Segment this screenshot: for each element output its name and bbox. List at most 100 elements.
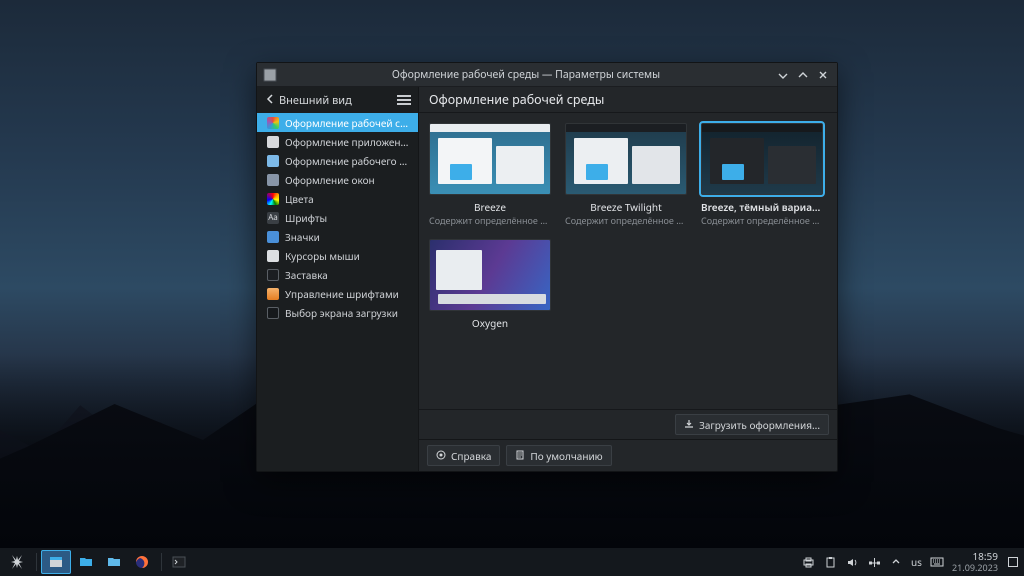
font-management-icon bbox=[267, 288, 279, 300]
task-dolphin[interactable] bbox=[73, 550, 99, 574]
theme-desc: Содержит определённое распо... bbox=[429, 214, 551, 227]
system-tray: us 18:59 21.09.2023 bbox=[801, 551, 1020, 573]
window-close-button[interactable] bbox=[815, 67, 831, 83]
window-decorations-icon bbox=[267, 174, 279, 186]
window-app-icon bbox=[263, 68, 277, 82]
task-konsole[interactable] bbox=[166, 550, 192, 574]
tray-printer-icon[interactable] bbox=[801, 555, 815, 569]
tray-expand-icon[interactable] bbox=[889, 555, 903, 569]
terminal-icon bbox=[171, 554, 187, 570]
theme-card-breeze-twilight[interactable]: Breeze Twilight Содержит определённое ра… bbox=[565, 123, 687, 227]
sidebar-item-label: Значки bbox=[285, 230, 320, 244]
sidebar-list: Оформление рабочей среды Оформление прил… bbox=[257, 113, 418, 322]
page-title: Оформление рабочей среды bbox=[419, 87, 837, 113]
theme-thumbnail bbox=[701, 123, 823, 195]
plasma-style-icon bbox=[267, 155, 279, 167]
main-panel: Оформление рабочей среды Breeze Содержит… bbox=[419, 87, 837, 471]
download-themes-label: Загрузить оформления... bbox=[699, 418, 820, 432]
theme-card-oxygen[interactable]: Oxygen bbox=[429, 239, 551, 330]
clock-date: 21.09.2023 bbox=[952, 562, 998, 573]
settings-task-icon bbox=[48, 554, 64, 570]
help-label: Справка bbox=[451, 449, 491, 463]
theme-thumbnail bbox=[429, 123, 551, 195]
task-firefox[interactable] bbox=[129, 550, 155, 574]
theme-thumbnail bbox=[429, 239, 551, 311]
show-desktop-button[interactable] bbox=[1006, 555, 1020, 569]
sidebar-item-label: Оформление приложений bbox=[285, 135, 410, 149]
back-button[interactable] bbox=[263, 93, 277, 108]
help-button[interactable]: Справка bbox=[427, 445, 500, 466]
theme-name: Breeze bbox=[474, 200, 506, 214]
theme-thumbnail bbox=[565, 123, 687, 195]
titlebar[interactable]: Оформление рабочей среды — Параметры сис… bbox=[257, 63, 837, 87]
task-settings[interactable] bbox=[41, 550, 71, 574]
sidebar-item-fonts[interactable]: Aa Шрифты bbox=[257, 208, 418, 227]
sidebar-item-icons[interactable]: Значки bbox=[257, 227, 418, 246]
sidebar-item-label: Цвета bbox=[285, 192, 314, 206]
fonts-icon: Aa bbox=[267, 212, 279, 224]
window-maximize-button[interactable] bbox=[795, 67, 811, 83]
sidebar-item-global-theme[interactable]: Оформление рабочей среды bbox=[257, 113, 418, 132]
application-style-icon bbox=[267, 136, 279, 148]
plasma-logo-icon bbox=[9, 554, 25, 570]
sidebar-item-label: Оформление окон bbox=[285, 173, 375, 187]
sidebar-item-label: Выбор экрана загрузки bbox=[285, 306, 398, 320]
keyboard-layout-indicator[interactable]: us bbox=[911, 555, 922, 569]
theme-name: Breeze Twilight bbox=[590, 200, 661, 214]
document-icon bbox=[515, 449, 525, 463]
clock[interactable]: 18:59 21.09.2023 bbox=[952, 551, 998, 573]
sidebar-item-plasma-style[interactable]: Оформление рабочего с... bbox=[257, 151, 418, 170]
sidebar-header: Внешний вид bbox=[257, 87, 418, 113]
taskbar-separator bbox=[161, 553, 162, 571]
window-title: Оформление рабочей среды — Параметры сис… bbox=[281, 68, 771, 82]
sidebar-item-label: Шрифты bbox=[285, 211, 327, 225]
sidebar-item-colors[interactable]: Цвета bbox=[257, 189, 418, 208]
tray-clipboard-icon[interactable] bbox=[823, 555, 837, 569]
taskbar-separator bbox=[36, 553, 37, 571]
theme-name: Oxygen bbox=[472, 316, 508, 330]
icons-icon bbox=[267, 231, 279, 243]
cursor-icon bbox=[267, 250, 279, 262]
theme-name: Breeze, тёмный вариант bbox=[701, 200, 823, 214]
global-theme-icon bbox=[267, 117, 279, 129]
sidebar-item-application-style[interactable]: Оформление приложений bbox=[257, 132, 418, 151]
sidebar: Внешний вид Оформление рабочей среды Офо… bbox=[257, 87, 419, 471]
task-files[interactable] bbox=[101, 550, 127, 574]
download-themes-button[interactable]: Загрузить оформления... bbox=[675, 414, 829, 435]
boot-splash-icon bbox=[267, 307, 279, 319]
theme-desc: Содержит определённое распо... bbox=[565, 214, 687, 227]
window-minimize-button[interactable] bbox=[775, 67, 791, 83]
sidebar-item-window-decorations[interactable]: Оформление окон bbox=[257, 170, 418, 189]
window-footer: Справка По умолчанию bbox=[419, 439, 837, 471]
folder-icon bbox=[106, 554, 122, 570]
sidebar-item-splash[interactable]: Заставка bbox=[257, 265, 418, 284]
sidebar-category-label[interactable]: Внешний вид bbox=[279, 93, 396, 108]
theme-desc: Содержит определённое рас... bbox=[701, 214, 823, 227]
sidebar-item-font-management[interactable]: Управление шрифтами bbox=[257, 284, 418, 303]
tray-volume-icon[interactable] bbox=[845, 555, 859, 569]
download-icon bbox=[684, 418, 694, 432]
tray-network-icon[interactable] bbox=[867, 555, 881, 569]
theme-list: Breeze Содержит определённое распо... Br… bbox=[419, 113, 837, 409]
splash-icon bbox=[267, 269, 279, 281]
folder-icon bbox=[78, 554, 94, 570]
defaults-label: По умолчанию bbox=[530, 449, 602, 463]
firefox-icon bbox=[134, 554, 150, 570]
tray-keyboard-icon[interactable] bbox=[930, 555, 944, 569]
application-launcher-button[interactable] bbox=[4, 550, 30, 574]
help-icon bbox=[436, 449, 446, 463]
hamburger-menu-button[interactable] bbox=[396, 93, 412, 107]
colors-icon bbox=[267, 193, 279, 205]
theme-card-breeze[interactable]: Breeze Содержит определённое распо... bbox=[429, 123, 551, 227]
taskbar: us 18:59 21.09.2023 bbox=[0, 548, 1024, 576]
sidebar-item-label: Оформление рабочей среды bbox=[285, 116, 410, 130]
sidebar-item-label: Управление шрифтами bbox=[285, 287, 399, 301]
theme-card-breeze-dark[interactable]: Breeze, тёмный вариант Содержит определё… bbox=[701, 123, 823, 227]
sidebar-item-boot-splash[interactable]: Выбор экрана загрузки bbox=[257, 303, 418, 322]
main-toolbar: Загрузить оформления... bbox=[419, 409, 837, 439]
sidebar-item-label: Заставка bbox=[285, 268, 328, 282]
sidebar-item-label: Оформление рабочего с... bbox=[285, 154, 410, 168]
sidebar-item-label: Курсоры мыши bbox=[285, 249, 360, 263]
defaults-button[interactable]: По умолчанию bbox=[506, 445, 611, 466]
sidebar-item-cursors[interactable]: Курсоры мыши bbox=[257, 246, 418, 265]
